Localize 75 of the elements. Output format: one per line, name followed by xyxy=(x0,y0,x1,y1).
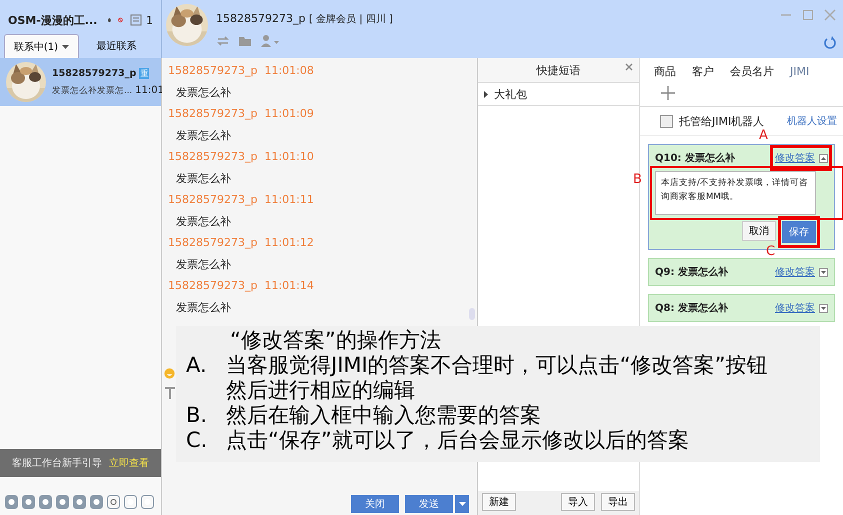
annotation-label: C xyxy=(766,245,776,259)
import-button[interactable]: 导入 xyxy=(561,493,595,511)
step-marker: C. xyxy=(186,428,208,453)
annotation-label: B xyxy=(633,173,642,187)
message-time: 11:01 xyxy=(135,85,164,96)
answer-field[interactable]: 本店支持/不支持补发票哦，详情可咨询商家客服MM哦。 xyxy=(655,171,816,215)
font-icon[interactable] xyxy=(164,387,176,400)
message-preview: 发票怎么补发票怎... xyxy=(52,84,132,96)
question-title: Q9: 发票怎么补 xyxy=(655,265,729,279)
new-button[interactable]: 新建 xyxy=(482,493,516,511)
add-icon[interactable] xyxy=(660,85,676,101)
contact-tab[interactable]: 联系中(1) xyxy=(4,34,79,58)
question-title: Q10: 发票怎么补 xyxy=(655,151,736,165)
guide-text: 客服工作台新手引导 xyxy=(12,456,102,470)
save-button[interactable]: 保存 xyxy=(782,221,816,243)
message-header: 15828579273_p 11:01:14 xyxy=(168,278,315,294)
customer-name: 15828579273_p [ 金牌会员 | 四川 ] xyxy=(216,12,393,26)
cancel-button[interactable]: 取消 xyxy=(742,221,776,241)
message-header: 15828579273_p 11:01:09 xyxy=(168,106,315,122)
message-text: 发票怎么补 xyxy=(175,300,232,316)
caret-icon xyxy=(458,502,466,506)
annotation-label: A xyxy=(759,129,768,143)
message-header: 15828579273_p 11:01:08 xyxy=(168,63,315,79)
count-label: 1 xyxy=(146,14,153,26)
contact-tab[interactable]: 最近联系 xyxy=(79,34,154,58)
expand-icon[interactable] xyxy=(819,268,828,276)
panel-title: 快捷短语 xyxy=(536,62,580,78)
message-header: 15828579273_p 11:01:11 xyxy=(168,192,315,208)
folder-icon[interactable] xyxy=(238,34,252,48)
step-marker: A. xyxy=(186,353,208,379)
edit-answer-link[interactable]: 修改答案 xyxy=(775,301,815,315)
message-text: 发票怎么补 xyxy=(175,214,232,230)
panel-tab[interactable]: 客户 xyxy=(684,62,722,80)
send-options-button[interactable] xyxy=(455,495,469,513)
contact-item[interactable]: 15828579273_p 重 发票怎么补发票怎... 11:01 xyxy=(0,58,161,106)
contact-name: 15828579273_p xyxy=(52,68,136,78)
close-button[interactable]: 关闭 xyxy=(351,495,399,513)
message-text: 发票怎么补 xyxy=(175,170,232,186)
send-button[interactable]: 发送 xyxy=(405,495,453,513)
instruction-title: “修改答案”的操作方法 xyxy=(229,328,442,353)
step-marker: B. xyxy=(186,403,208,428)
message-header: 15828579273_p 11:01:12 xyxy=(168,235,315,251)
step-text: 当客服觉得JIMI的答案不合理时，可以点击“修改答案”按钮然后进行相应的编辑 xyxy=(226,353,768,403)
message-text: 发票怎么补 xyxy=(175,256,232,272)
message-text: 发票怎么补 xyxy=(175,128,232,144)
document-icon[interactable] xyxy=(128,13,143,27)
person-icon[interactable] xyxy=(260,34,280,48)
export-button[interactable]: 导出 xyxy=(601,493,635,511)
panel-tab[interactable]: 商品 xyxy=(646,62,684,80)
close-icon[interactable] xyxy=(823,8,837,22)
phrase-group[interactable]: 大礼包 xyxy=(478,83,639,106)
close-icon[interactable] xyxy=(625,63,633,71)
message-text: 发票怎么补 xyxy=(175,84,232,100)
robot-checkbox[interactable] xyxy=(660,114,673,128)
robot-label: 托管给JIMI机器人 xyxy=(679,114,764,128)
view-now-link[interactable]: 立即查看 xyxy=(109,456,149,470)
robot-settings-link[interactable]: 机器人设置 xyxy=(787,114,837,128)
maximize-icon[interactable] xyxy=(801,8,815,22)
message-header: 15828579273_p 11:01:10 xyxy=(168,149,315,165)
scrollbar-thumb[interactable] xyxy=(469,308,475,320)
swap-arrows-icon[interactable] xyxy=(216,34,230,48)
priority-badge: 重 xyxy=(139,68,150,78)
group-label: 大礼包 xyxy=(494,86,527,102)
app-title: OSM-漫漫的工... xyxy=(8,12,98,28)
step-text: 然后在输入框中输入您需要的答案 xyxy=(226,403,542,428)
step-text: 点击“保存”就可以了，后台会显示修改以后的答案 xyxy=(226,428,690,453)
refresh-icon[interactable] xyxy=(823,36,837,50)
edit-answer-link[interactable]: 修改答案 xyxy=(775,151,815,165)
collapse-icon[interactable] xyxy=(819,154,828,162)
question-title: Q8: 发票怎么补 xyxy=(655,301,729,315)
expand-icon[interactable] xyxy=(819,304,828,312)
panel-tab[interactable]: 会员名片 xyxy=(722,62,782,80)
panel-tab[interactable]: JIMI xyxy=(782,62,818,80)
caret-icon xyxy=(62,44,70,48)
edit-answer-link[interactable]: 修改答案 xyxy=(775,265,815,279)
